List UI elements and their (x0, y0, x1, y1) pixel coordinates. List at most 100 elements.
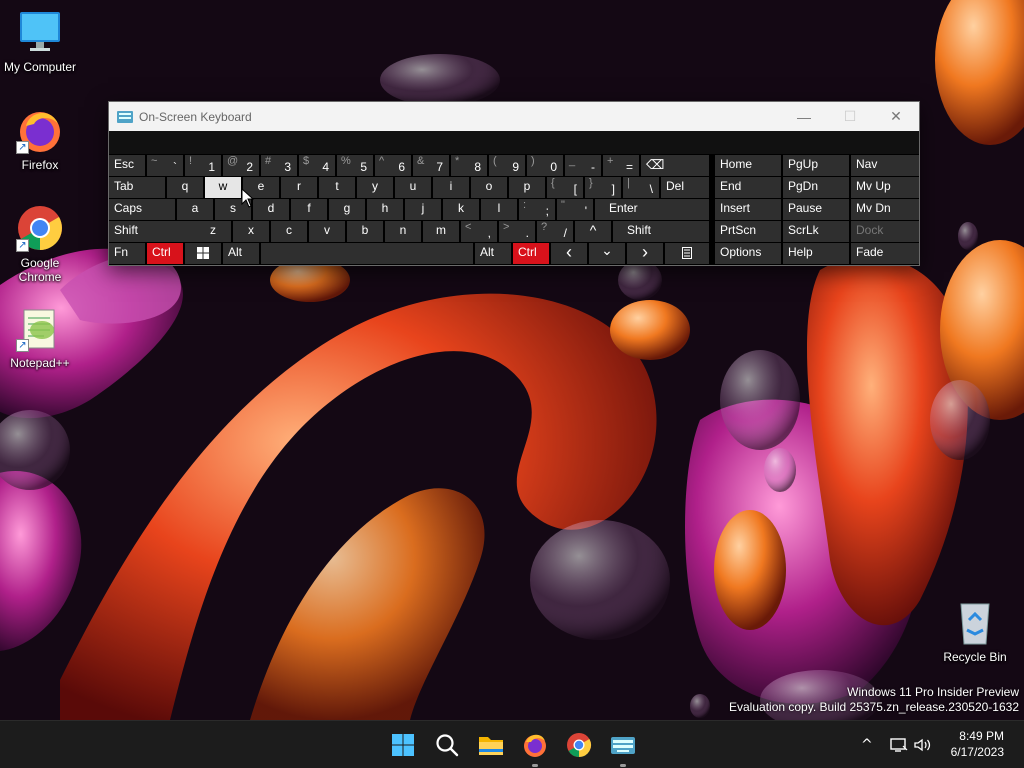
key-f[interactable]: f (291, 199, 327, 220)
key-u[interactable]: u (395, 177, 431, 198)
key-pgup[interactable]: PgUp (783, 155, 849, 176)
key-y[interactable]: y (357, 177, 393, 198)
key-tab[interactable]: Tab (109, 177, 165, 198)
key-right-arrow[interactable]: › (627, 243, 663, 264)
key-insert[interactable]: Insert (715, 199, 781, 220)
key-del[interactable]: Del (661, 177, 709, 198)
key-alt-left[interactable]: Alt (223, 243, 259, 264)
osk-titlebar[interactable]: On-Screen Keyboard — ☐ ✕ (109, 102, 919, 131)
key-home[interactable]: Home (715, 155, 781, 176)
key-7[interactable]: & 7 (413, 155, 449, 176)
key-options[interactable]: Options (715, 243, 781, 264)
key-3[interactable]: #3 (261, 155, 297, 176)
key-minus[interactable]: _ - (565, 155, 601, 176)
show-hidden-icons-button[interactable]: ^ (857, 721, 877, 768)
key-right-bracket[interactable]: }] (585, 177, 621, 198)
key-p[interactable]: p (509, 177, 545, 198)
key-shift-left[interactable]: Shift (109, 221, 195, 242)
key-space[interactable] (261, 243, 473, 264)
desktop-icon-my-computer[interactable]: My Computer (0, 8, 80, 74)
key-6[interactable]: ^ 6 (375, 155, 411, 176)
key-r[interactable]: r (281, 177, 317, 198)
taskbar-chrome-button[interactable] (563, 729, 595, 761)
key-v[interactable]: v (309, 221, 345, 242)
key-ctrl-left[interactable]: Ctrl (147, 243, 183, 264)
key-down-arrow[interactable]: ⌄ (589, 243, 625, 264)
key-left-bracket[interactable]: {[ (547, 177, 583, 198)
key-1[interactable]: ! 1 (185, 155, 221, 176)
key-d[interactable]: d (253, 199, 289, 220)
close-button[interactable]: ✕ (873, 102, 919, 131)
key-equals[interactable]: + = (603, 155, 639, 176)
key-pause[interactable]: Pause (783, 199, 849, 220)
start-button[interactable] (387, 729, 419, 761)
desktop-icon-google-chrome[interactable]: ↗ Google Chrome (0, 204, 80, 284)
key-8[interactable]: * 8 (451, 155, 487, 176)
key-4[interactable]: $4 (299, 155, 335, 176)
key-q[interactable]: q (167, 177, 203, 198)
taskbar-osk-button[interactable] (607, 729, 639, 767)
taskbar-clock[interactable]: 8:49 PM 6/17/2023 (951, 728, 1004, 760)
key-end[interactable]: End (715, 177, 781, 198)
key-ctrl-right[interactable]: Ctrl (513, 243, 549, 264)
key-left-arrow[interactable]: ‹ (551, 243, 587, 264)
key-m[interactable]: m (423, 221, 459, 242)
volume-button[interactable] (913, 721, 933, 768)
key-9[interactable]: (9 (489, 155, 525, 176)
key-caps[interactable]: Caps (109, 199, 175, 220)
key-dock[interactable]: Dock (851, 221, 919, 242)
key-tilde[interactable]: ~ ` (147, 155, 183, 176)
key-slash[interactable]: ? / (537, 221, 573, 242)
network-status-button[interactable] (889, 721, 909, 768)
key-w[interactable]: w (205, 177, 241, 198)
key-period[interactable]: >. (499, 221, 535, 242)
key-backspace[interactable]: ⌫ (641, 155, 709, 176)
key-h[interactable]: h (367, 199, 403, 220)
maximize-button[interactable]: ☐ (827, 102, 873, 131)
key-fade[interactable]: Fade (851, 243, 919, 264)
key-o[interactable]: o (471, 177, 507, 198)
key-enter[interactable]: Enter (595, 199, 709, 220)
key-nav[interactable]: Nav (851, 155, 919, 176)
key-fn[interactable]: Fn (109, 243, 145, 264)
key-n[interactable]: n (385, 221, 421, 242)
taskbar-firefox-button[interactable] (519, 729, 551, 767)
key-shift-right[interactable]: Shift (613, 221, 709, 242)
desktop-icon-notepadpp[interactable]: ↗ Notepad++ (0, 304, 80, 370)
key-esc[interactable]: Esc (109, 155, 145, 176)
key-i[interactable]: i (433, 177, 469, 198)
key-scrlk[interactable]: ScrLk (783, 221, 849, 242)
key-g[interactable]: g (329, 199, 365, 220)
key-b[interactable]: b (347, 221, 383, 242)
desktop-icon-firefox[interactable]: ↗ Firefox (0, 106, 80, 172)
minimize-button[interactable]: — (781, 102, 827, 131)
file-explorer-button[interactable] (475, 729, 507, 761)
key-comma[interactable]: <, (461, 221, 497, 242)
key-alt-right[interactable]: Alt (475, 243, 511, 264)
key-quote[interactable]: " ' (557, 199, 593, 220)
key-prtscn[interactable]: PrtScn (715, 221, 781, 242)
key-5[interactable]: % 5 (337, 155, 373, 176)
key-up-arrow[interactable]: ^ (575, 221, 611, 242)
key-c[interactable]: c (271, 221, 307, 242)
key-windows[interactable] (185, 243, 221, 264)
key-x[interactable]: x (233, 221, 269, 242)
key-mv-up[interactable]: Mv Up (851, 177, 919, 198)
search-button[interactable] (431, 729, 463, 761)
key-t[interactable]: t (319, 177, 355, 198)
key-j[interactable]: j (405, 199, 441, 220)
key-help[interactable]: Help (783, 243, 849, 264)
on-screen-keyboard-window[interactable]: On-Screen Keyboard — ☐ ✕ Esc ~ ` ! 1 @2 #3… (108, 101, 920, 266)
desktop-icon-recycle-bin[interactable]: Recycle Bin (935, 598, 1015, 664)
key-backslash[interactable]: | \ (623, 177, 659, 198)
key-l[interactable]: l (481, 199, 517, 220)
key-semicolon[interactable]: :; (519, 199, 555, 220)
key-z[interactable]: z (195, 221, 231, 242)
key-pgdn[interactable]: PgDn (783, 177, 849, 198)
key-2[interactable]: @2 (223, 155, 259, 176)
key-0[interactable]: ) 0 (527, 155, 563, 176)
key-menu[interactable] (665, 243, 709, 264)
key-k[interactable]: k (443, 199, 479, 220)
key-a[interactable]: a (177, 199, 213, 220)
key-mv-dn[interactable]: Mv Dn (851, 199, 919, 220)
